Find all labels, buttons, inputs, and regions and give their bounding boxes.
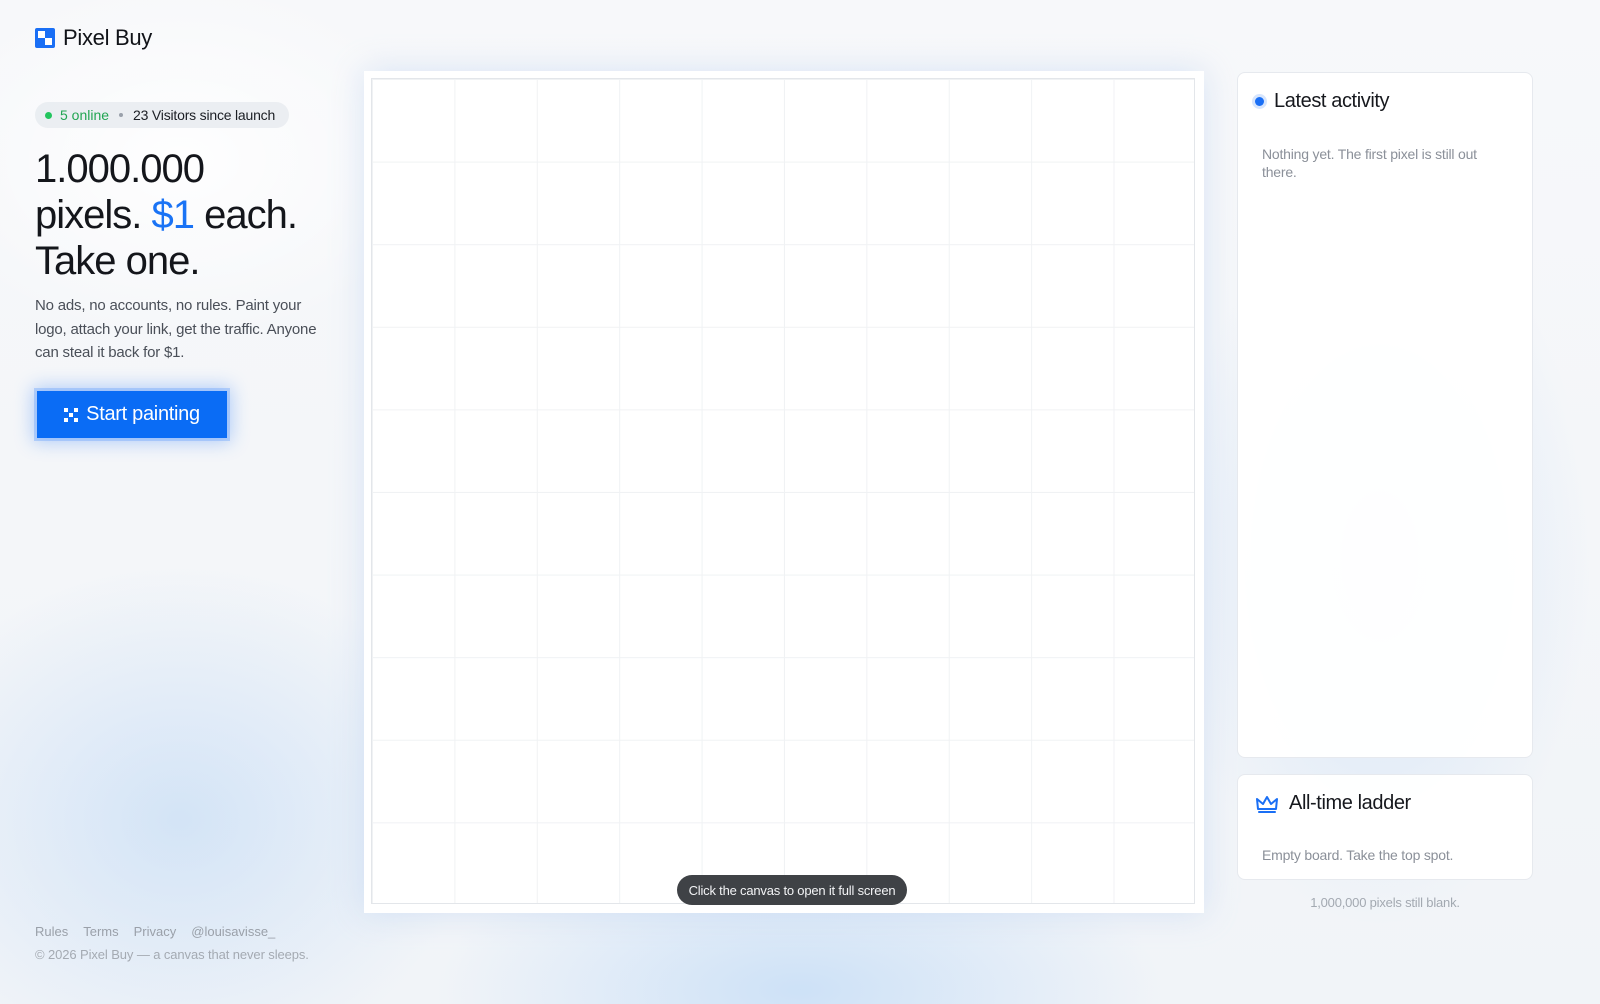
hero-price: $1 <box>151 193 195 237</box>
footer-link-author[interactable]: @louisavisse_ <box>191 924 275 939</box>
activity-dot-icon <box>1255 97 1264 106</box>
copyright: © 2026 Pixel Buy — a canvas that never s… <box>35 947 309 962</box>
footer-link-rules[interactable]: Rules <box>35 924 68 939</box>
start-painting-button[interactable]: Start painting <box>37 391 227 438</box>
hero-heading: 1.000.000 pixels. $1 each. Take one. <box>35 146 355 284</box>
footer-links: Rules Terms Privacy @louisavisse_ <box>35 924 275 939</box>
brand-name: Pixel Buy <box>63 25 153 50</box>
latest-activity-header: Latest activity <box>1255 90 1390 113</box>
pixel-grid-icon <box>64 407 79 422</box>
pixel-logo-icon <box>35 28 55 48</box>
hero-line-3: Take one. <box>35 239 200 283</box>
start-painting-label: Start painting <box>86 403 200 425</box>
separator-dot-icon <box>119 113 124 117</box>
canvas-frame: Click the canvas to open it full screen <box>364 71 1204 913</box>
brand-logo[interactable]: Pixel Buy <box>35 25 152 51</box>
hero-line-2-pre: pixels. <box>35 193 152 237</box>
latest-activity-title: Latest activity <box>1274 90 1390 112</box>
online-status: 5 online 23 Visitors since launch <box>35 102 290 128</box>
blank-pixels-note: 1,000,000 pixels still blank. <box>1310 895 1460 910</box>
hero-description: No ads, no accounts, no rules. Paint you… <box>35 297 317 361</box>
ladder-title: All-time ladder <box>1289 792 1411 814</box>
footer-link-privacy[interactable]: Privacy <box>134 924 177 939</box>
activity-empty-state: Nothing yet. The first pixel is still ou… <box>1262 146 1477 180</box>
ladder-header: All-time ladder <box>1255 792 1411 815</box>
online-count: 5 online <box>60 107 110 123</box>
hero-line-1: 1.000.000 <box>35 147 205 191</box>
all-time-ladder-panel: All-time ladder Empty board. Take the to… <box>1237 774 1533 880</box>
hero-line-2-post: each. <box>194 193 298 237</box>
ladder-empty-state: Empty board. Take the top spot. <box>1262 847 1454 863</box>
visitor-count: 23 Visitors since launch <box>133 107 276 123</box>
crown-icon <box>1256 795 1278 813</box>
online-dot-icon <box>45 111 52 119</box>
canvas-hint: Click the canvas to open it full screen <box>677 875 907 905</box>
pixel-canvas[interactable]: Click the canvas to open it full screen <box>371 78 1195 905</box>
latest-activity-panel: Latest activity Nothing yet. The first p… <box>1237 72 1533 758</box>
footer-link-terms[interactable]: Terms <box>83 924 118 939</box>
